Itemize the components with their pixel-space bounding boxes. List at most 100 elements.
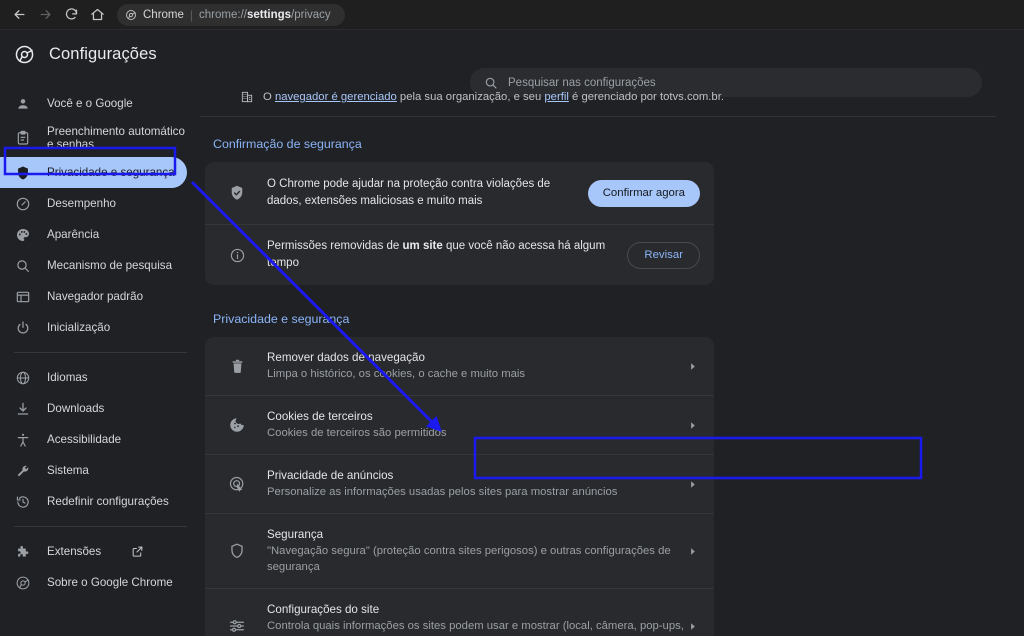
history-restore-icon	[14, 493, 31, 510]
speedometer-icon	[14, 195, 31, 212]
confirmar-agora-button[interactable]: Confirmar agora	[588, 180, 700, 207]
settings-header: Configurações	[0, 30, 1024, 78]
sidebar-item-extensoes[interactable]: Extensões	[0, 536, 187, 567]
tune-icon	[227, 617, 247, 635]
sidebar-item-privacidade-e-seguranca[interactable]: Privacidade e segurança	[0, 157, 187, 188]
ad-privacy-icon	[227, 475, 247, 493]
sidebar-item-label: Mecanismo de pesquisa	[47, 259, 172, 272]
managed-profile-link[interactable]: perfil	[544, 91, 569, 103]
globe-icon	[14, 369, 31, 386]
sidebar-item-label: Desempenho	[47, 197, 116, 210]
sidebar-item-label: Sobre o Google Chrome	[47, 576, 173, 589]
privacy-row-text: Configurações do site Controla quais inf…	[267, 602, 684, 636]
privacy-row-title: Remover dados de navegação	[267, 350, 684, 365]
cookie-icon	[227, 416, 247, 434]
sidebar-item-label: Extensões	[47, 545, 101, 558]
browser-toolbar: Chrome | chrome://settings/privacy	[0, 0, 1024, 30]
enterprise-building-icon	[240, 90, 254, 104]
sidebar-item-inicializacao[interactable]: Inicialização	[0, 312, 187, 343]
accessibility-icon	[14, 431, 31, 448]
privacy-row-text: Remover dados de navegação Limpa o histó…	[267, 350, 684, 382]
safety-check-card: O Chrome pode ajudar na proteção contra …	[205, 162, 714, 285]
privacy-row-text: Segurança "Navegação segura" (proteção c…	[267, 527, 684, 575]
sidebar-item-aparencia[interactable]: Aparência	[0, 219, 187, 250]
chevron-right-icon[interactable]	[684, 546, 700, 557]
forward-icon[interactable]	[32, 2, 58, 28]
palette-icon	[14, 226, 31, 243]
sidebar-item-label: Privacidade e segurança	[47, 166, 175, 179]
page-title: Configurações	[49, 45, 157, 64]
sidebar-item-sobre-o-google-chrome[interactable]: Sobre o Google Chrome	[0, 567, 187, 598]
chrome-logo-icon	[14, 574, 31, 591]
sidebar-divider-2	[14, 526, 187, 527]
managed-browser-link[interactable]: navegador é gerenciado	[275, 91, 397, 103]
privacy-row-privacidade-anuncios[interactable]: Privacidade de anúncios Personalize as i…	[205, 454, 714, 513]
privacy-row-sub: Cookies de terceiros são permitidos	[267, 425, 684, 441]
privacy-card: Remover dados de navegação Limpa o histó…	[205, 337, 714, 636]
privacy-row-configuracoes-do-site[interactable]: Configurações do site Controla quais inf…	[205, 588, 714, 636]
omnibox-site-label: Chrome	[143, 9, 184, 21]
download-icon	[14, 400, 31, 417]
safety-check-section-title: Confirmação de segurança	[205, 117, 714, 162]
safety-check-row[interactable]: O Chrome pode ajudar na proteção contra …	[205, 162, 714, 224]
safety-check-text: O Chrome pode ajudar na proteção contra …	[267, 176, 588, 210]
sidebar-item-navegador-padrao[interactable]: Navegador padrão	[0, 281, 187, 312]
main-content: O navegador é gerenciado pela sua organi…	[200, 78, 1024, 636]
chrome-logo-icon	[14, 44, 35, 65]
privacy-row-title: Cookies de terceiros	[267, 409, 684, 424]
sidebar-item-label: Idiomas	[47, 371, 88, 384]
privacy-row-title: Privacidade de anúncios	[267, 468, 684, 483]
external-link-icon[interactable]	[131, 545, 144, 558]
wrench-icon	[14, 462, 31, 479]
privacy-row-cookies-terceiros[interactable]: Cookies de terceiros Cookies de terceiro…	[205, 395, 714, 454]
chevron-right-icon[interactable]	[684, 479, 700, 490]
person-icon	[14, 95, 31, 112]
chrome-logo-icon	[125, 9, 137, 21]
reload-icon[interactable]	[58, 2, 84, 28]
privacy-row-remover-dados[interactable]: Remover dados de navegação Limpa o histó…	[205, 337, 714, 395]
privacy-row-title: Segurança	[267, 527, 684, 542]
power-icon	[14, 319, 31, 336]
permissions-removed-text: Permissões removidas de um site que você…	[267, 238, 627, 272]
sidebar-item-label: Acessibilidade	[47, 433, 121, 446]
sidebar-item-sistema[interactable]: Sistema	[0, 455, 187, 486]
omnibox-separator: |	[190, 8, 193, 22]
permissions-removed-row[interactable]: Permissões removidas de um site que você…	[205, 224, 714, 285]
sidebar-item-label: Preenchimento automático e senhas	[47, 125, 187, 151]
home-icon[interactable]	[84, 2, 110, 28]
sidebar-item-label: Você e o Google	[47, 97, 133, 110]
privacy-row-text: Privacidade de anúncios Personalize as i…	[267, 468, 684, 500]
sidebar-item-idiomas[interactable]: Idiomas	[0, 362, 187, 393]
omnibox[interactable]: Chrome | chrome://settings/privacy	[117, 4, 345, 26]
browser-window-icon	[14, 288, 31, 305]
sidebar-item-label: Aparência	[47, 228, 99, 241]
sidebar-item-desempenho[interactable]: Desempenho	[0, 188, 187, 219]
sidebar-item-voce-e-o-google[interactable]: Você e o Google	[0, 88, 187, 119]
sidebar-item-mecanismo-de-pesquisa[interactable]: Mecanismo de pesquisa	[0, 250, 187, 281]
sidebar-item-redefinir-configuracoes[interactable]: Redefinir configurações	[0, 486, 187, 517]
sidebar: Você e o Google Preenchimento automático…	[0, 78, 200, 636]
search-icon	[14, 257, 31, 274]
page-body: Você e o Google Preenchimento automático…	[0, 78, 1024, 636]
shield-icon	[14, 164, 31, 181]
back-icon[interactable]	[6, 2, 32, 28]
omnibox-url: chrome://settings/privacy	[199, 9, 331, 21]
privacy-row-text: Cookies de terceiros Cookies de terceiro…	[267, 409, 684, 441]
shield-check-icon	[227, 184, 247, 202]
sidebar-item-preenchimento-automatico-e-senhas[interactable]: Preenchimento automático e senhas	[0, 119, 187, 157]
privacy-row-title: Configurações do site	[267, 602, 684, 617]
sidebar-divider	[14, 352, 187, 353]
sidebar-item-downloads[interactable]: Downloads	[0, 393, 187, 424]
privacy-section-title: Privacidade e segurança	[205, 285, 714, 337]
chevron-right-icon[interactable]	[684, 420, 700, 431]
revisar-button[interactable]: Revisar	[627, 242, 700, 269]
trash-icon	[227, 358, 247, 375]
chevron-right-icon[interactable]	[684, 361, 700, 372]
privacy-row-seguranca[interactable]: Segurança "Navegação segura" (proteção c…	[205, 513, 714, 588]
puzzle-icon	[14, 543, 31, 560]
sidebar-item-label: Inicialização	[47, 321, 110, 334]
chevron-right-icon[interactable]	[684, 621, 700, 632]
sidebar-item-label: Downloads	[47, 402, 104, 415]
sidebar-item-acessibilidade[interactable]: Acessibilidade	[0, 424, 187, 455]
shield-icon	[227, 542, 247, 560]
